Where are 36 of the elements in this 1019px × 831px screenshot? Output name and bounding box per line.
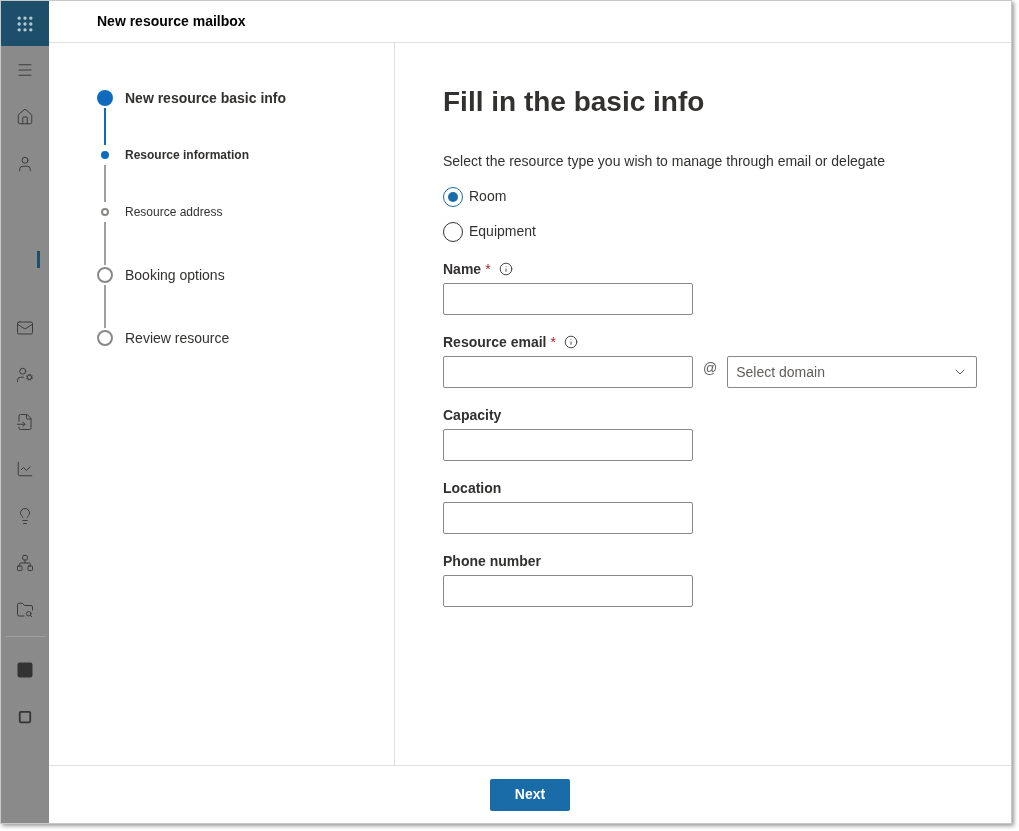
step-label: Booking options — [125, 265, 225, 285]
field-label: Phone number — [443, 551, 541, 571]
line-chart-icon[interactable] — [16, 460, 34, 478]
page-heading: Fill in the basic info — [443, 85, 706, 119]
hierarchy-icon[interactable] — [16, 554, 34, 572]
person-icon[interactable] — [16, 155, 34, 173]
text-input-field[interactable] — [443, 575, 693, 607]
step-label: New resource basic info — [125, 88, 287, 108]
field-label: Resource email — [443, 332, 547, 352]
step-label: Resource address — [125, 204, 223, 221]
text-input-field[interactable] — [443, 429, 693, 461]
radio-option[interactable]: Equipment — [443, 221, 1011, 242]
mail-icon[interactable] — [16, 319, 34, 337]
field-label: Name — [443, 259, 482, 279]
step-label: Review resource — [125, 328, 230, 348]
step-label: Resource information — [125, 147, 250, 164]
radio-option[interactable]: Room — [443, 186, 1011, 207]
home-icon[interactable] — [16, 108, 34, 126]
folder-icon[interactable] — [16, 601, 34, 619]
text-input-field[interactable] — [443, 356, 693, 388]
panel-title: New resource mailbox — [97, 12, 246, 31]
field-label: Location — [443, 478, 502, 498]
required-asterisk: * — [485, 259, 491, 279]
text-input-field[interactable] — [443, 283, 693, 315]
at-sign: @ — [703, 359, 718, 378]
next-button[interactable]: Next — [490, 778, 570, 811]
field-label: Capacity — [443, 405, 502, 425]
domain-dropdown[interactable]: Select domain — [727, 356, 978, 388]
info-icon[interactable] — [563, 335, 578, 349]
required-asterisk: * — [550, 332, 556, 352]
info-icon[interactable] — [498, 262, 513, 276]
selection-indicator — [37, 251, 40, 268]
text-input-field[interactable] — [443, 502, 693, 534]
instruction-text: Select the resource type you wish to manage through email or delegate — [443, 152, 887, 171]
menu-icon[interactable] — [16, 61, 34, 79]
person-gear-icon[interactable] — [16, 366, 34, 384]
